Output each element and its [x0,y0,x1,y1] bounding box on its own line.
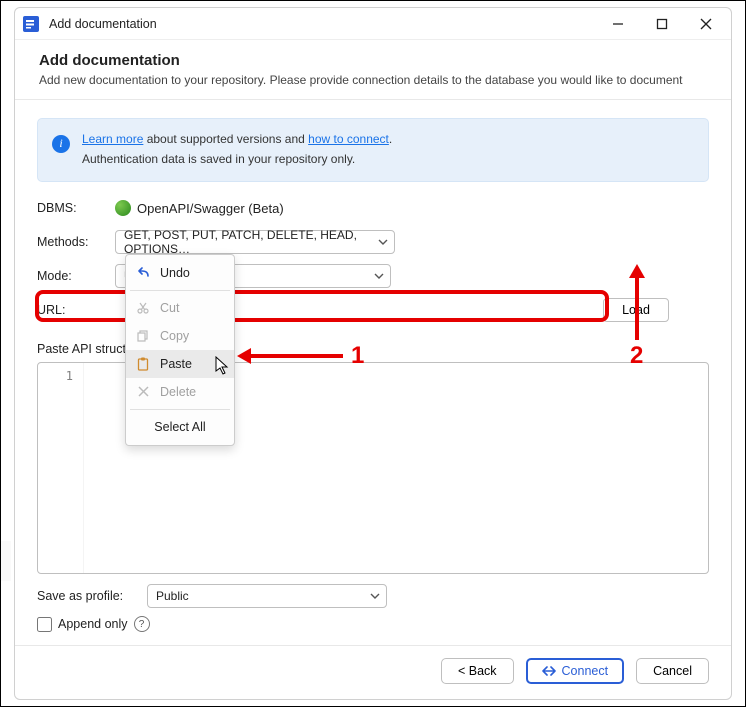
cancel-button[interactable]: Cancel [636,658,709,684]
minimize-button[interactable] [601,11,635,37]
info-mid-text: about supported versions and [143,132,308,146]
dbms-row: DBMS: OpenAPI/Swagger (Beta) [37,196,709,220]
dialog-footer: < Back Connect Cancel [15,645,731,699]
ctx-delete: Delete [126,378,234,406]
copy-icon [136,330,150,342]
chevron-down-icon [378,237,388,247]
background-decoration [1,461,11,661]
methods-select[interactable]: GET, POST, PUT, PATCH, DELETE, HEAD, OPT… [115,230,395,254]
page-subtitle: Add new documentation to your repository… [39,73,707,89]
info-icon: i [52,135,70,153]
context-menu[interactable]: Undo Cut Copy [125,254,235,446]
info-line-2: Authentication data is saved in your rep… [82,149,694,169]
append-only-label: Append only [58,617,128,631]
methods-value: GET, POST, PUT, PATCH, DELETE, HEAD, OPT… [124,228,372,256]
append-only-checkbox[interactable] [37,617,52,632]
ctx-delete-label: Delete [160,385,196,399]
app-icon [23,16,39,32]
paste-icon [136,357,150,371]
connect-button[interactable]: Connect [526,658,625,684]
close-button[interactable] [689,11,723,37]
methods-label: Methods: [37,235,115,249]
annotated-screenshot-frame: Add documentation Add documentation Add … [0,0,746,707]
load-button[interactable]: Load [603,298,669,322]
chevron-down-icon [370,591,380,601]
url-label: URL: [37,303,115,317]
save-profile-label: Save as profile: [37,589,137,603]
profile-value: Public [156,589,189,603]
ctx-cut: Cut [126,294,234,322]
dbms-label: DBMS: [37,201,115,215]
ctx-select-all[interactable]: Select All [126,413,234,441]
append-only-row: Append only ? [37,616,709,632]
connect-icon [542,665,556,677]
titlebar: Add documentation [15,8,731,40]
chevron-down-icon [374,271,384,281]
scissors-icon [136,302,150,314]
dbms-value: OpenAPI/Swagger (Beta) [137,201,284,216]
page-title: Add documentation [39,52,707,69]
ctx-undo[interactable]: Undo [126,259,234,287]
mode-label: Mode: [37,269,115,283]
connect-label: Connect [562,664,609,678]
ctx-paste-label: Paste [160,357,192,371]
profile-select[interactable]: Public [147,584,387,608]
maximize-button[interactable] [645,11,679,37]
dialog-body: i Learn more about supported versions an… [15,100,731,645]
ctx-cut-label: Cut [160,301,179,315]
window-title: Add documentation [49,17,591,31]
undo-icon [136,267,150,279]
editor-gutter: 1 [38,363,84,573]
delete-icon [136,386,150,397]
line-number: 1 [38,369,73,383]
info-banner: i Learn more about supported versions an… [37,118,709,183]
learn-more-link[interactable]: Learn more [82,132,143,146]
ctx-separator [130,409,230,410]
help-icon[interactable]: ? [134,616,150,632]
dialog-window: Add documentation Add documentation Add … [14,7,732,700]
save-profile-row: Save as profile: Public [37,584,709,608]
ctx-paste[interactable]: Paste [126,350,234,378]
ctx-selectall-label: Select All [154,420,205,434]
ctx-copy-label: Copy [160,329,189,343]
info-line-1: Learn more about supported versions and … [82,129,694,149]
back-button[interactable]: < Back [441,658,514,684]
openapi-icon [115,200,131,216]
ctx-copy: Copy [126,322,234,350]
dialog-header: Add documentation Add new documentation … [15,40,731,100]
dbms-value-wrap: OpenAPI/Swagger (Beta) [115,200,709,216]
methods-row: Methods: GET, POST, PUT, PATCH, DELETE, … [37,230,709,254]
ctx-undo-label: Undo [160,266,190,280]
ctx-separator [130,290,230,291]
how-to-connect-link[interactable]: how to connect [308,132,389,146]
